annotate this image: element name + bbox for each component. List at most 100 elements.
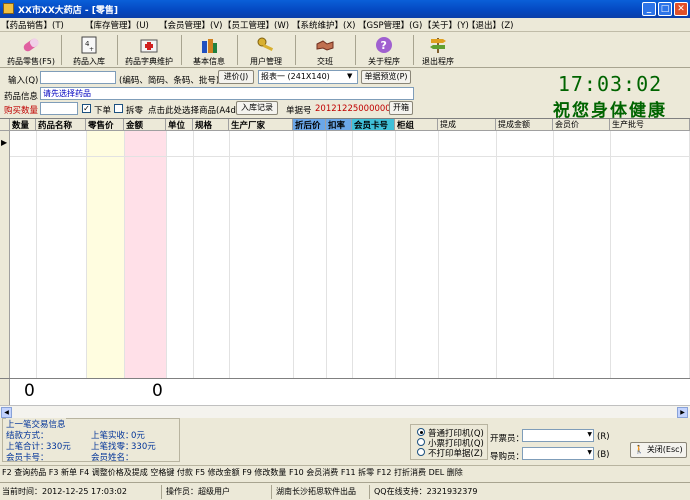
- drug-info-label: 药品信息: [4, 92, 39, 102]
- svg-text:+: +: [89, 46, 94, 53]
- printer-none-label: 不打印单据(Z): [428, 449, 483, 459]
- purchase-qty-input[interactable]: [40, 102, 78, 115]
- status-operator: 操作员：超级用户: [164, 485, 272, 499]
- col-commission-amount[interactable]: 提成金额: [496, 119, 553, 131]
- preview-button[interactable]: 单据预览(P): [361, 70, 411, 84]
- issuer-select[interactable]: ▼: [522, 429, 594, 442]
- issuer-label: 开票员：: [490, 434, 525, 444]
- toolbar-basic-info-button[interactable]: 基本信息: [182, 33, 236, 67]
- total-amount: 0: [152, 381, 163, 401]
- status-company: 湖南长沙拓思软件出品: [274, 485, 370, 499]
- bottom-panel: 上一笔交易信息 结款方式： 上笔实收： 0元 上笔合计： 330元 上笔找零： …: [0, 418, 690, 463]
- col-quantity[interactable]: 数量: [10, 119, 36, 131]
- exit-person-icon: 🚶: [634, 445, 645, 454]
- status-support: QQ在线支持：2321932379: [374, 487, 478, 496]
- menu-gsp[interactable]: 【GSP管理】(G): [358, 19, 422, 31]
- sales-grid[interactable]: ▶ 数量 药品名称 零售价 金额 单位 规格 生产厂家 折后价 扣率 会员卡号 …: [0, 118, 690, 407]
- bottles-icon: [202, 39, 217, 53]
- issuer-key: (R): [597, 432, 610, 442]
- close-window-button[interactable]: 🚶 关闭(Esc): [630, 442, 687, 458]
- horizontal-scrollbar[interactable]: ◀ ▶: [0, 405, 690, 418]
- clock-panel: 17:03:02 祝您身体健康: [530, 70, 690, 121]
- toolbar-shift-button[interactable]: 交班: [296, 33, 354, 67]
- maximize-button[interactable]: □: [658, 2, 672, 16]
- chevron-down-icon: ▼: [587, 431, 592, 438]
- close-button[interactable]: ✕: [674, 2, 688, 16]
- totals-row: 0 0: [0, 378, 690, 407]
- toolbar-retail-button[interactable]: 药品零售(F5): [2, 33, 60, 67]
- col-spec[interactable]: 规格: [193, 119, 229, 131]
- clock-time: 17:03:02: [557, 72, 663, 96]
- col-retail-price[interactable]: 零售价: [86, 119, 124, 131]
- grid-header: 数量 药品名称 零售价 金额 单位 规格 生产厂家 折后价 扣率 会员卡号 柜组…: [0, 119, 690, 131]
- split-checkbox[interactable]: [114, 104, 123, 113]
- col-drug-name[interactable]: 药品名称: [36, 119, 86, 131]
- menu-bar: 【药品销售】(T) 【库存管理】(U) 【会员管理】(V) 【员工管理】(W) …: [0, 18, 690, 32]
- toolbar-user-button[interactable]: 用户管理: [238, 33, 294, 67]
- col-member-card[interactable]: 会员卡号: [352, 119, 395, 131]
- toolbar-stock-in-button[interactable]: 4 + 药品入库: [62, 33, 116, 67]
- menu-about[interactable]: 【关于】(Y): [423, 19, 469, 31]
- guide-key: (B): [597, 450, 610, 460]
- card-label: 会员卡号：: [6, 453, 49, 463]
- drug-info-field: 请先选择药品: [40, 87, 414, 100]
- report-select[interactable]: 报表一 (241X140): [258, 70, 358, 84]
- col-batch-no[interactable]: 生产批号: [610, 119, 690, 131]
- printer-normal-radio[interactable]: [417, 428, 425, 436]
- cost-button[interactable]: 进价(J): [218, 70, 254, 84]
- app-icon: [3, 3, 14, 14]
- toolbar-about-button[interactable]: ? 关于程序: [356, 33, 412, 67]
- choose-product-link[interactable]: 点击此处选择商品(A4d): [148, 104, 239, 116]
- toolbar-exit-button[interactable]: 退出程序: [414, 33, 462, 67]
- chevron-down-icon[interactable]: ▼: [347, 72, 352, 80]
- help-icon: ?: [376, 37, 392, 53]
- handshake-icon: [316, 40, 334, 51]
- current-row-marker: ▶: [1, 138, 8, 147]
- header-corner: [0, 119, 10, 131]
- printer-receipt-radio[interactable]: [417, 438, 425, 446]
- status-bar: 当前时间：2012-12-25 17:03:02 操作员：超级用户 湖南长沙拓思…: [0, 482, 690, 500]
- open-box-button[interactable]: 开箱: [389, 101, 413, 115]
- change-value: 330元: [131, 442, 156, 452]
- order-checkbox[interactable]: ✓: [82, 104, 91, 113]
- col-amount[interactable]: 金额: [124, 119, 166, 131]
- menu-staff[interactable]: 【员工管理】(W): [223, 19, 289, 31]
- col-counter-group[interactable]: 柜组: [395, 119, 438, 131]
- menu-members[interactable]: 【会员管理】(V): [159, 19, 222, 31]
- retail-price-column-bg: [86, 131, 124, 378]
- title-bar: XX市XX大药店 - [零售] _ □ ✕: [0, 0, 690, 18]
- app-window: XX市XX大药店 - [零售] _ □ ✕ 【药品销售】(T) 【库存管理】(U…: [0, 0, 690, 500]
- total-quantity: 0: [24, 381, 35, 401]
- menu-exit[interactable]: 【退出】(Z): [467, 19, 513, 31]
- total-value: 330元: [46, 442, 71, 452]
- pill-icon: [23, 38, 39, 52]
- col-member-price[interactable]: 会员价: [553, 119, 610, 131]
- purchase-qty-label: 购买数量: [4, 106, 39, 116]
- input-hint: (编码、简码、条码、批号): [119, 76, 220, 86]
- menu-system[interactable]: 【系统维护】(X): [292, 19, 355, 31]
- last-trade-frame: 上一笔交易信息 结款方式： 上笔实收： 0元 上笔合计： 330元 上笔找零： …: [2, 418, 180, 463]
- minimize-button[interactable]: _: [642, 2, 656, 16]
- shortcut-bar: F2 查询药品 F3 新单 F4 调整价格及提成 空格键 付款 F5 修改金额 …: [0, 465, 690, 479]
- drug-code-input[interactable]: [40, 71, 116, 84]
- guide-select[interactable]: ▼: [522, 447, 594, 460]
- order-label: 下单: [94, 106, 112, 116]
- scroll-right-icon[interactable]: ▶: [677, 407, 688, 418]
- col-unit[interactable]: 单位: [166, 119, 193, 131]
- input-label: 输入(Q): [8, 76, 39, 86]
- bill-no-label: 单据号: [286, 106, 312, 116]
- menu-inventory[interactable]: 【库存管理】(U): [85, 19, 149, 31]
- scroll-left-icon[interactable]: ◀: [1, 407, 12, 418]
- col-discount-rate[interactable]: 扣率: [326, 119, 352, 131]
- toolbar-dictionary-button[interactable]: 药品字典维护: [118, 33, 180, 67]
- status-time: 当前时间：2012-12-25 17:03:02: [0, 485, 162, 499]
- col-commission[interactable]: 提成: [438, 119, 496, 131]
- stock-record-button[interactable]: 入库记录: [236, 101, 278, 115]
- printer-none-radio[interactable]: [417, 448, 425, 456]
- menu-drug-sales[interactable]: 【药品销售】(T): [1, 19, 64, 31]
- col-discount-price[interactable]: 折后价: [293, 119, 326, 131]
- printer-group: 普通打印机(Q) 小票打印机(Q) 不打印单据(Z): [410, 424, 488, 460]
- toolbar: 药品零售(F5) 4+ 药品入库 药品字典维护 基本信息 用户管理 交班 ?: [0, 32, 690, 68]
- col-manufacturer[interactable]: 生产厂家: [229, 119, 293, 131]
- exit-sign-icon: [430, 38, 446, 53]
